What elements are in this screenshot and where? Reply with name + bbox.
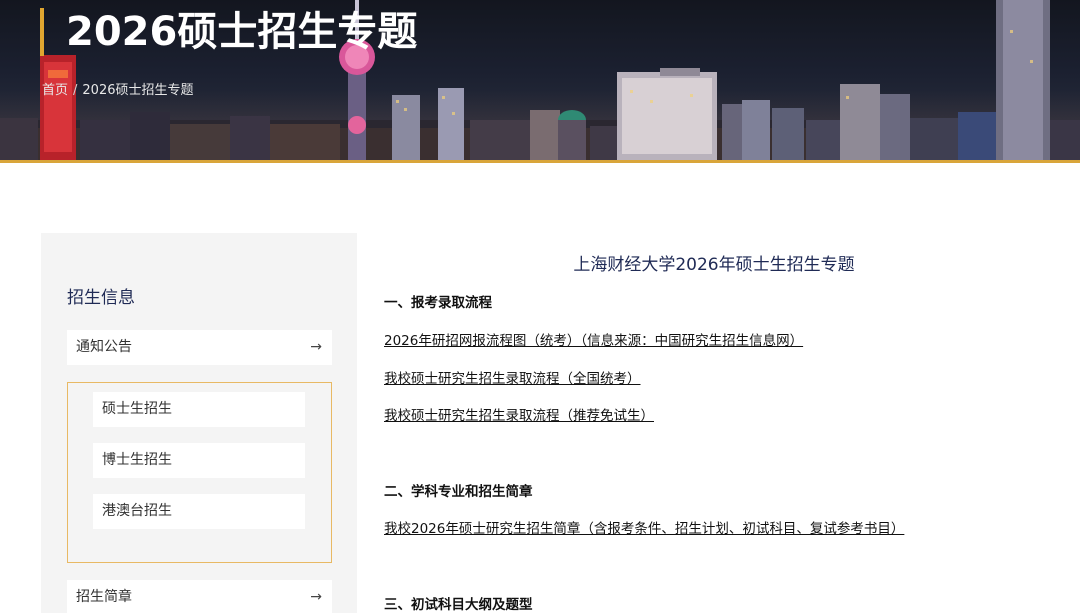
sidebar-subitem-master[interactable]: 硕士生招生 [93, 392, 305, 427]
content-title: 上海财经大学2026年硕士生招生专题 [573, 255, 855, 275]
sidebar-item-brochure[interactable]: 招生简章 → [67, 580, 332, 615]
link-registration-flowchart[interactable]: 2026年研招网报流程图（统考）（信息来源：中国研究生招生信息网） [384, 329, 803, 349]
sidebar-item-notices[interactable]: 通知公告 → [67, 330, 332, 365]
sidebar-subitem-doctoral[interactable]: 博士生招生 [93, 443, 305, 478]
sidebar-subitem-hk-macau-taiwan[interactable]: 港澳台招生 [93, 494, 305, 529]
section-heading-process: 一、报考录取流程 [384, 295, 492, 311]
title-accent-bar [40, 8, 44, 56]
banner-divider [0, 160, 1080, 163]
section-heading-exam-syllabus: 三、初试科目大纲及题型 [384, 597, 533, 613]
section-heading-majors: 二、学科专业和招生简章 [384, 484, 533, 500]
sidebar-item-label: 招生简章 [76, 589, 132, 605]
link-admission-process-recommended[interactable]: 我校硕士研究生招生录取流程（推荐免试生） [384, 404, 654, 424]
link-admission-brochure[interactable]: 我校2026年硕士研究生招生简章（含报考条件、招生计划、初试科目、复试参考书目） [384, 517, 904, 537]
sidebar-submenu: 硕士生招生 博士生招生 港澳台招生 [67, 382, 332, 563]
sidebar-item-label: 通知公告 [76, 339, 132, 355]
arrow-right-icon: → [310, 589, 322, 605]
link-admission-process-unified[interactable]: 我校硕士研究生招生录取流程（全国统考） [384, 367, 641, 387]
breadcrumb: 首页 / 2026硕士招生专题 [42, 79, 194, 98]
sidebar-subitem-label: 博士生招生 [102, 452, 172, 468]
header-banner: 2026硕士招生专题 首页 / 2026硕士招生专题 [0, 0, 1080, 160]
sidebar-subitem-label: 硕士生招生 [102, 401, 172, 417]
breadcrumb-home-link[interactable]: 首页 [42, 79, 68, 98]
sidebar-subitem-label: 港澳台招生 [102, 503, 172, 519]
arrow-right-icon: → [310, 339, 322, 355]
page-title: 2026硕士招生专题 [66, 9, 418, 55]
sidebar: 招生信息 通知公告 → 硕士生招生 博士生招生 港澳台招生 招生简章 → [41, 233, 357, 615]
breadcrumb-separator: / [73, 83, 78, 98]
sidebar-title: 招生信息 [67, 288, 135, 308]
breadcrumb-current: 2026硕士招生专题 [82, 83, 194, 98]
